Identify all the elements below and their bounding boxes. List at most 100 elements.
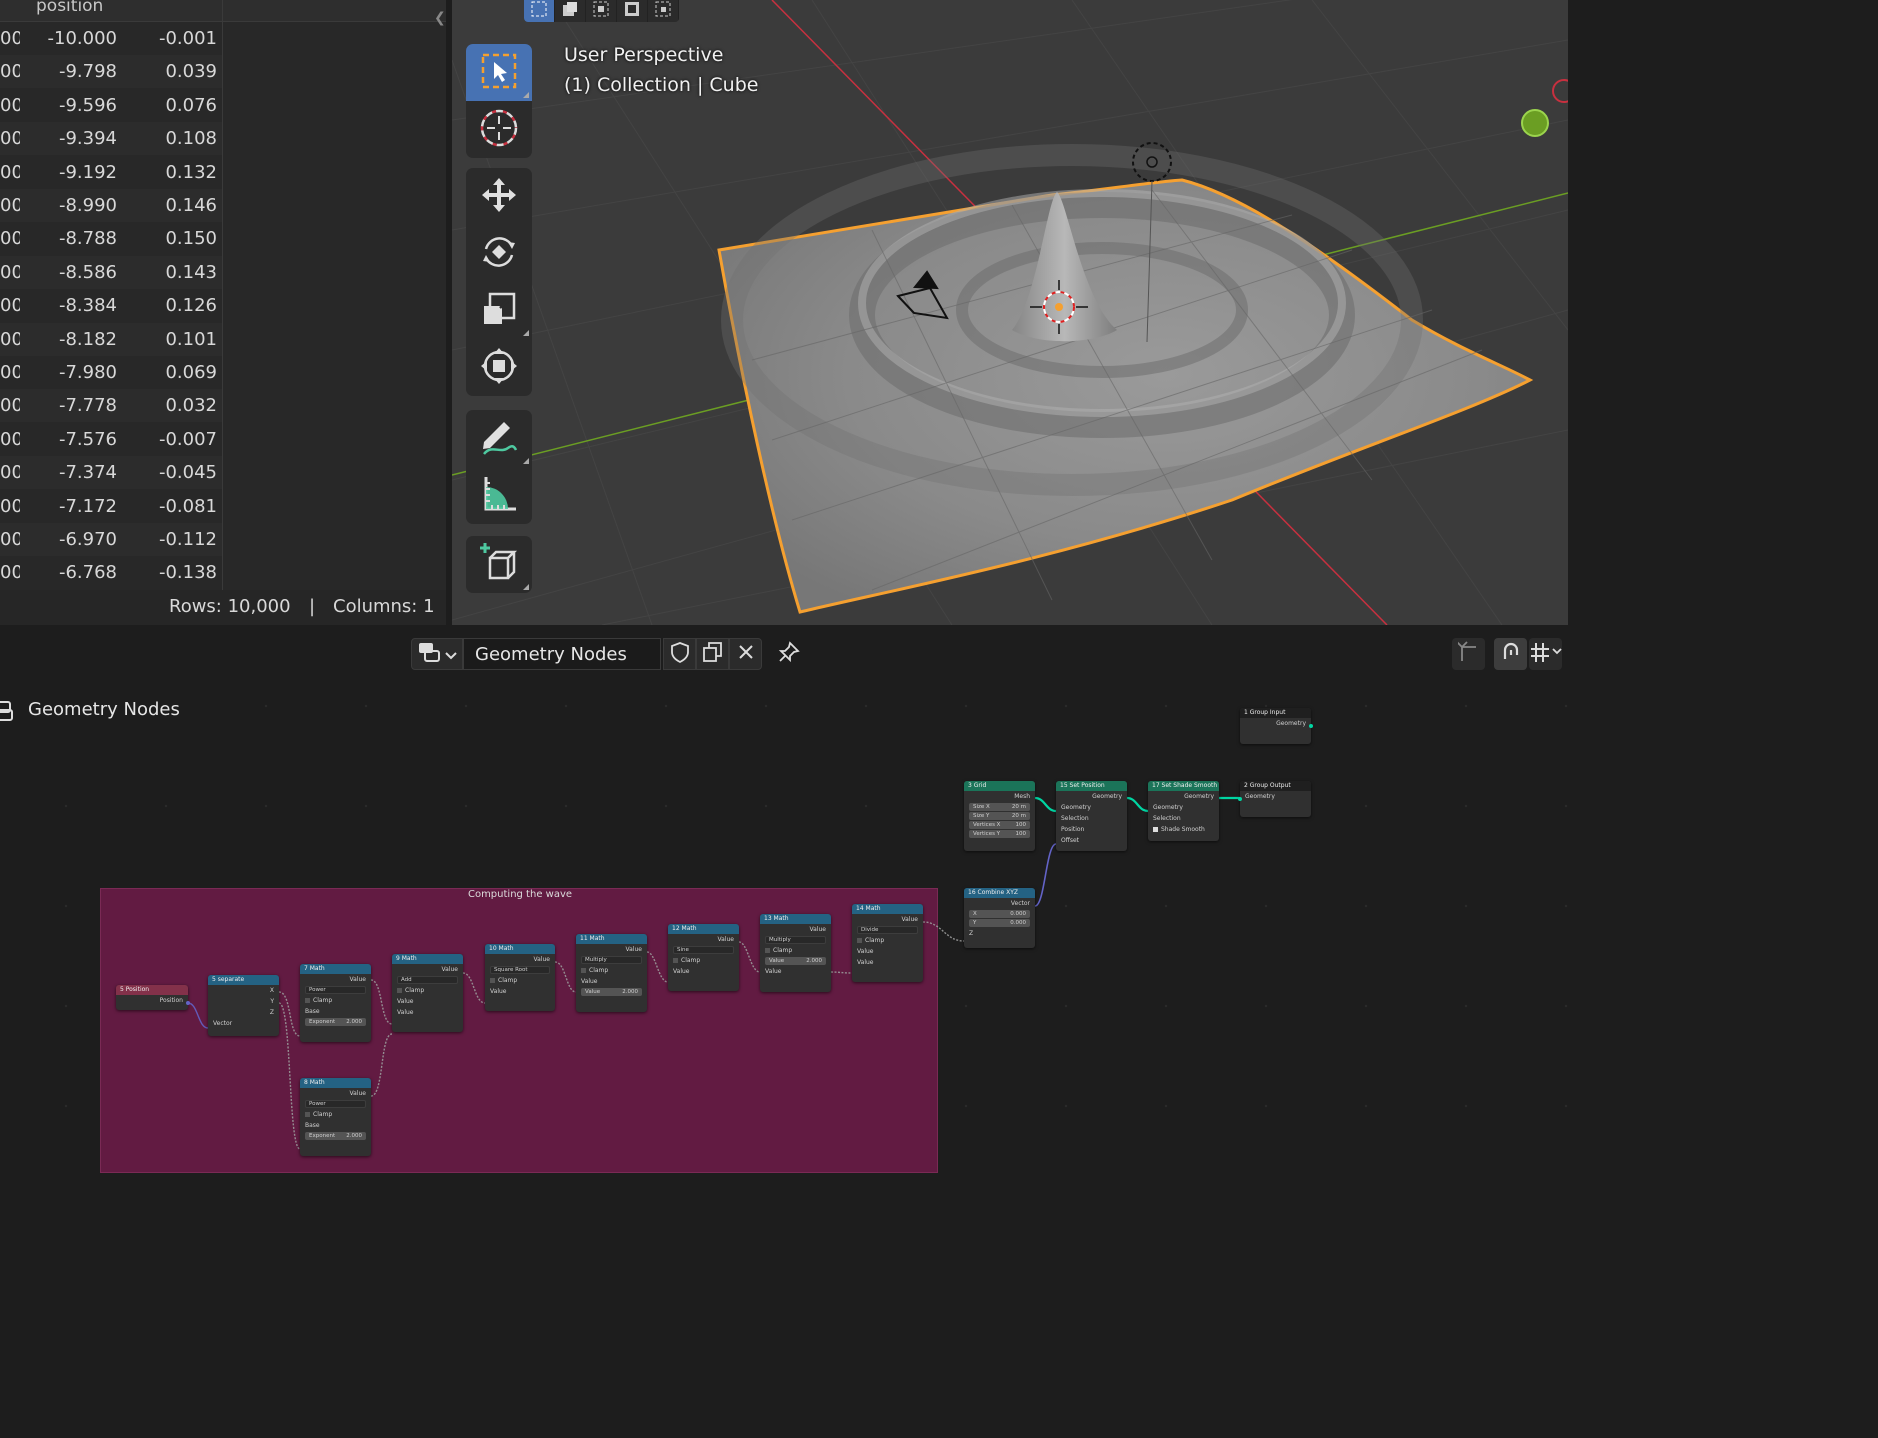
exponent-field[interactable]: Exponent 2.000 [305,1018,366,1026]
tool-add-cube[interactable] [466,536,532,593]
operation-dropdown[interactable]: Power [305,1100,366,1108]
tool-transform[interactable] [466,339,532,396]
output-socket[interactable] [1309,724,1313,728]
table-cell: -0.081 [158,495,217,517]
node-combine-xyz[interactable]: 16 Combine XYZ Vector X 0.000 Y 0.000 Z [964,888,1035,948]
table-cell: 00 [0,195,20,216]
clamp-checkbox[interactable]: Clamp [485,975,555,986]
collapse-arrow-icon[interactable]: ❮ [434,10,446,26]
table-cell: -0.007 [158,428,217,450]
node-math-add[interactable]: 9 Math Value Add Clamp Value Value [392,954,463,1032]
vertices-x-field[interactable]: Vertices X 100 [969,821,1030,829]
clamp-checkbox[interactable]: Clamp [852,935,923,946]
table-row: 00 -6.970 -0.112 [0,523,222,556]
gizmo-y-icon[interactable] [1521,109,1549,137]
tool-select-box[interactable] [466,44,532,101]
clamp-checkbox[interactable]: Clamp [760,945,831,956]
size-x-field[interactable]: Size X 20 m [969,803,1030,811]
clamp-label: Clamp [589,967,609,974]
tool-rotate[interactable] [466,225,532,282]
node-math-power-1[interactable]: 7 Math Value Power Clamp Base Exponent 2.… [300,964,371,1042]
table-cell: 0.069 [165,362,217,383]
table-row: 00 -7.172 -0.081 [0,490,222,523]
node-separate-xyz[interactable]: 5 separate X Y Z Vector [208,975,279,1036]
clamp-checkbox[interactable]: Clamp [576,965,647,976]
input-socket[interactable] [1238,797,1242,801]
select-new-icon[interactable] [524,0,555,22]
node-set-position[interactable]: 15 Set Position Geometry Geometry Select… [1056,781,1127,851]
node-group-output[interactable]: 2 Group Output Geometry [1238,781,1311,817]
select-extend-icon[interactable] [555,0,586,22]
node-math-multiply-2[interactable]: 13 Math Value Multiply Clamp Value 2.000 … [760,914,831,992]
shade-smooth-checkbox[interactable]: Shade Smooth [1148,824,1219,835]
node-title: 11 Math [576,934,647,944]
socket-label: Value [857,948,874,955]
socket-label: X [269,987,274,994]
y-field[interactable]: Y 0.000 [969,919,1030,927]
select-subtract-icon[interactable] [586,0,617,22]
output-socket[interactable] [186,1001,190,1005]
operation-dropdown[interactable]: Sine [673,946,734,954]
table-cell: -7.980 [58,362,117,383]
table-cell: -0.138 [158,562,217,584]
select-invert-icon[interactable] [617,0,648,22]
value-field[interactable]: Value 2.000 [765,957,826,965]
field-value: 0.000 [1010,911,1026,917]
gizmo-x-icon[interactable] [1552,79,1568,103]
3d-viewport[interactable]: User Perspective (1) Collection | Cube [452,0,1568,625]
node-math-multiply-1[interactable]: 11 Math Value Multiply Clamp Value Value… [576,934,647,1012]
table-row: 00 -9.394 0.108 [0,122,222,156]
clamp-label: Clamp [773,947,793,954]
field-label: Vertices X [973,822,1001,828]
tool-move[interactable] [466,168,532,225]
operation-dropdown[interactable]: Square Root [490,966,550,974]
field-label: Size Y [973,813,990,819]
column-header-position[interactable]: position [36,0,103,16]
select-intersect-icon[interactable] [648,0,679,22]
node-editor[interactable]: Geometry Nodes Geometry Nodes Computing … [0,628,1568,1201]
node-group-input[interactable]: 1 Group Input Geometry [1240,708,1313,744]
node-math-sine[interactable]: 12 Math Value Sine Clamp Value [668,924,739,991]
table-cell: 00 [0,28,20,49]
socket-label: Value [717,936,734,943]
size-y-field[interactable]: Size Y 20 m [969,812,1030,820]
clamp-checkbox[interactable]: Clamp [300,995,371,1006]
exponent-field[interactable]: Exponent 2.000 [305,1132,366,1140]
value-field[interactable]: Value 2.000 [581,988,642,996]
node-grid[interactable]: 3 Grid Mesh Size X 20 m Size Y 20 m Vertic… [964,781,1035,851]
blender-window: position ❮ 00 -10.000 -0.001 00 -9.798 0.039 0… [0,0,1568,1201]
socket-label: Position [1061,826,1085,833]
column-divider[interactable] [222,0,223,590]
clamp-checkbox[interactable]: Clamp [668,955,739,966]
columns-count: Columns: 1 [333,596,435,617]
x-field[interactable]: X 0.000 [969,910,1030,918]
table-cell: -7.778 [58,395,117,417]
node-math-power-2[interactable]: 8 Math Value Power Clamp Base Exponent 2.… [300,1078,371,1156]
operation-dropdown[interactable]: Add [397,976,458,984]
socket-label: Value [349,976,366,983]
field-label: Value [769,958,785,964]
operation-dropdown[interactable]: Multiply [581,956,642,964]
node-position[interactable]: 5 Position Position [116,985,190,1010]
operation-dropdown[interactable]: Divide [857,926,918,934]
active-object-info: (1) Collection | Cube [564,74,759,96]
socket-label: Value [673,968,690,975]
tool-annotate[interactable] [466,410,532,467]
operation-dropdown[interactable]: Power [305,986,366,994]
tool-cursor[interactable] [466,101,532,158]
operation-dropdown[interactable]: Multiply [765,936,826,944]
tool-scale[interactable] [466,282,532,339]
node-math-square-root[interactable]: 10 Math Value Square Root Clamp Value [485,944,555,1011]
table-row: 00 -8.990 0.146 [0,189,222,222]
node-math-divide[interactable]: 14 Math Value Divide Clamp Value Value [852,904,923,982]
tool-measure[interactable] [466,467,532,524]
table-cell: -6.970 [58,529,117,550]
field-value: 2.000 [806,958,822,964]
table-cell: 0.132 [165,161,217,183]
node-set-shade-smooth[interactable]: 17 Set Shade Smooth Geometry Geometry Se… [1148,781,1219,841]
node-title: 3 Grid [964,781,1035,791]
socket-label: Position [159,997,183,1004]
clamp-checkbox[interactable]: Clamp [392,985,463,996]
clamp-checkbox[interactable]: Clamp [300,1109,371,1120]
vertices-y-field[interactable]: Vertices Y 100 [969,830,1030,838]
